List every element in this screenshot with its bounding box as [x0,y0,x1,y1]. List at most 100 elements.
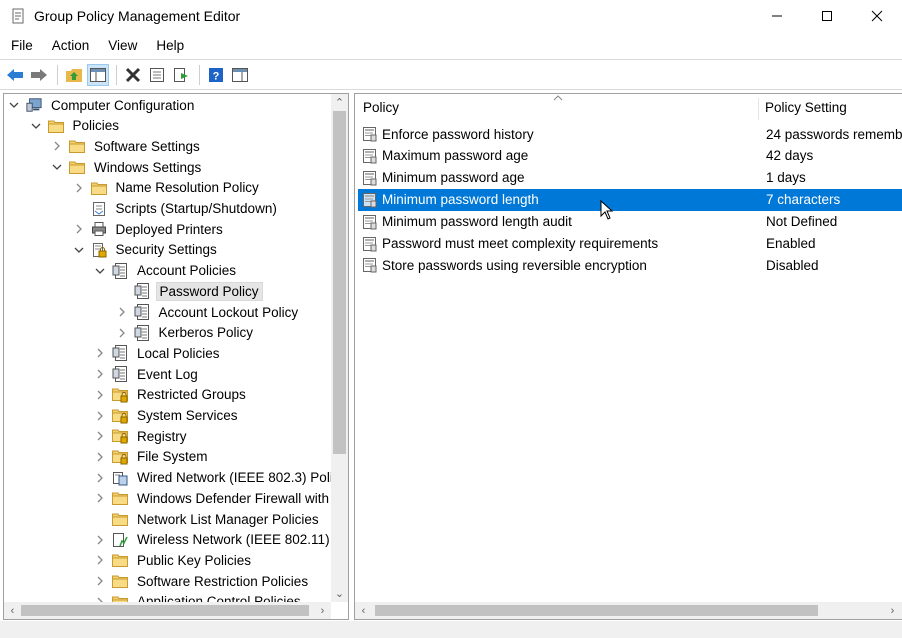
tree-item-label: Software Restriction Policies [137,573,309,589]
chevron-right-icon[interactable] [94,347,106,359]
chevron-right-icon[interactable] [94,492,106,504]
chevron-right-icon[interactable] [94,554,106,566]
tree-item-wireless-network-ieee-802-11-f[interactable]: Wireless Network (IEEE 802.11) F [94,530,345,550]
policy-setting-value: 42 days [766,148,814,164]
list-item-maximum-password-age[interactable]: Maximum password age 42 days [358,145,902,167]
tree-item-account-policies[interactable]: Account Policies [94,261,239,281]
console-tree[interactable]: Computer Configuration Policies Software S… [3,93,349,620]
tree-item-wired-network-ieee-802-3-poli[interactable]: Wired Network (IEEE 802.3) Poli [94,468,336,488]
tree-item-computer-configuration[interactable]: Computer Configuration [8,95,197,115]
chevron-right-icon[interactable] [73,223,85,235]
window-title: Group Policy Management Editor [34,8,241,24]
list-item-minimum-password-length[interactable]: Minimum password length 7 characters [358,188,902,211]
chevron-right-icon[interactable] [94,430,106,442]
list-hscroll-thumb[interactable] [375,605,818,616]
details-pane[interactable]: Policy Policy Setting Enforce password h… [354,93,902,620]
column-header-policy[interactable]: Policy [363,100,399,115]
tree-item-file-system[interactable]: File System [94,447,211,467]
list-item-minimum-password-age[interactable]: Minimum password age 1 days [358,167,902,189]
close-button[interactable] [852,0,902,32]
chevron-down-icon[interactable] [73,244,85,256]
chevron-right-icon[interactable] [94,368,106,380]
policy-setting-icon [362,192,378,208]
show-hide-console-tree-button[interactable] [87,63,109,86]
menu-help[interactable]: Help [146,38,193,53]
menu-view[interactable]: View [98,38,146,53]
chevron-down-icon[interactable] [94,265,106,277]
chevron-right-icon[interactable] [94,389,106,401]
tree-item-password-policy[interactable]: Password Policy [116,281,263,301]
chevron-right-icon[interactable] [94,534,106,546]
show-hide-action-pane-button[interactable] [229,64,251,86]
tree-item-label: Password Policy [155,281,263,301]
tree-item-local-policies[interactable]: Local Policies [94,343,223,363]
tree-item-event-log[interactable]: Event Log [94,364,201,384]
list-item-password-must-meet-complexity-requirements[interactable]: Password must meet complexity requiremen… [358,233,902,255]
tree-item-scripts-startup-shutdown[interactable]: Scripts (Startup/Shutdown) [73,199,280,219]
maximize-button[interactable] [802,0,852,32]
tree-item-deployed-printers[interactable]: Deployed Printers [73,219,226,239]
tree-vscroll-thumb[interactable] [333,111,346,454]
scroll-right-icon[interactable]: › [314,602,331,619]
tree-item-label: Name Resolution Policy [115,180,259,196]
policy-name: Minimum password length audit [382,214,572,230]
column-header-policy-setting[interactable]: Policy Setting [765,100,847,115]
forward-button[interactable] [28,64,50,86]
chevron-down-icon[interactable] [8,99,20,111]
policy-icon [134,324,150,341]
chevron-right-icon[interactable] [94,575,106,587]
chevron-right-icon[interactable] [94,472,106,484]
policy-setting-value: 7 characters [766,192,841,208]
up-one-level-button[interactable] [63,64,85,86]
chevron-right-icon[interactable] [94,410,106,422]
scroll-down-icon[interactable]: ⌄ [331,585,348,602]
list-horizontal-scrollbar[interactable]: ‹ › [355,602,902,619]
policy-name: Maximum password age [382,148,529,164]
tree-item-registry[interactable]: Registry [94,426,190,446]
menu-file[interactable]: File [0,38,42,53]
tree-horizontal-scrollbar[interactable]: ‹ › [4,602,331,619]
list-item-minimum-password-length-audit[interactable]: Minimum password length audit Not Defined [358,211,902,233]
properties-button[interactable] [146,64,168,86]
column-divider[interactable] [758,98,759,120]
list-item-store-passwords-using-reversible-encryption[interactable]: Store passwords using reversible encrypt… [358,254,902,276]
chevron-right-icon[interactable] [73,182,85,194]
tree-item-kerberos-policy[interactable]: Kerberos Policy [116,323,257,343]
scroll-left-icon[interactable]: ‹ [355,602,372,619]
help-button[interactable]: ? [205,64,227,86]
tree-item-policies[interactable]: Policies [30,116,123,136]
chevron-right-icon[interactable] [51,140,63,152]
export-list-button[interactable] [170,64,192,86]
menu-action[interactable]: Action [42,38,99,53]
scroll-up-icon[interactable]: ⌃ [331,94,348,111]
chevron-down-icon[interactable] [30,120,42,132]
tree-hscroll-thumb[interactable] [21,605,309,616]
policy-setting-icon [362,214,378,230]
folder-icon [69,138,85,154]
chevron-right-icon[interactable] [94,451,106,463]
scroll-left-icon[interactable]: ‹ [4,602,21,619]
tree-item-windows-defender-firewall-with[interactable]: Windows Defender Firewall with [94,488,332,508]
tree-item-account-lockout-policy[interactable]: Account Lockout Policy [116,302,302,322]
tree-item-name-resolution-policy[interactable]: Name Resolution Policy [73,178,262,198]
tree-item-windows-settings[interactable]: Windows Settings [51,157,204,177]
tree-item-public-key-policies[interactable]: Public Key Policies [94,550,254,570]
minimize-button[interactable] [752,0,802,32]
back-button[interactable] [4,64,26,86]
tree-vertical-scrollbar[interactable]: ⌃ ⌄ [331,94,348,602]
scroll-right-icon[interactable]: › [884,602,901,619]
tree-item-network-list-manager-policies[interactable]: Network List Manager Policies [94,509,322,529]
list-item-enforce-password-history[interactable]: Enforce password history 24 passwords rem… [358,123,902,145]
tree-item-software-restriction-policies[interactable]: Software Restriction Policies [94,571,311,591]
tree-item-security-settings[interactable]: Security Settings [73,240,220,260]
tree-item-restricted-groups[interactable]: Restricted Groups [94,385,249,405]
tree-item-system-services[interactable]: System Services [94,406,241,426]
list-header: Policy Policy Setting [355,94,902,122]
delete-button[interactable] [122,64,144,86]
tree-item-software-settings[interactable]: Software Settings [51,136,203,156]
tree-item-label: Windows Settings [94,159,202,175]
chevron-down-icon[interactable] [51,161,63,173]
chevron-right-icon[interactable] [116,306,128,318]
chevron-right-icon[interactable] [116,327,128,339]
